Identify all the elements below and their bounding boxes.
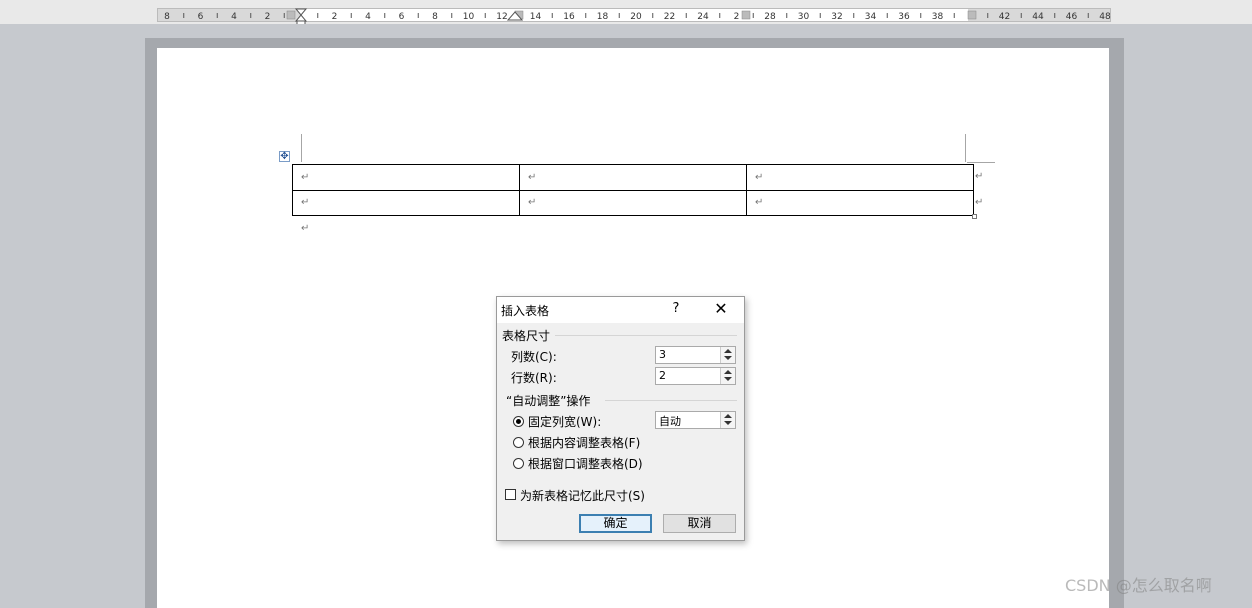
columns-spinner[interactable]: 3: [655, 346, 736, 364]
ruler-label: 10: [463, 12, 475, 22]
table-cell[interactable]: ↵: [746, 164, 974, 191]
cancel-button[interactable]: 取消: [663, 514, 736, 533]
autofit-group-label: “自动调整”操作: [506, 394, 591, 408]
autofit-content-radio[interactable]: [513, 437, 524, 448]
ruler-label: 34: [865, 12, 877, 22]
ruler-label: 42: [999, 12, 1010, 22]
ruler-label: 44: [1032, 12, 1044, 22]
ruler-label: 22: [664, 12, 675, 22]
watermark: CSDN @怎么取名啊: [1065, 576, 1212, 595]
spinner-arrows[interactable]: [720, 412, 735, 428]
group-divider: [605, 400, 737, 401]
group-divider: [555, 335, 737, 336]
ruler-label: 20: [630, 12, 642, 22]
ruler-label: 2: [734, 12, 740, 22]
ruler-label: 18: [597, 12, 609, 22]
columns-label: 列数(C):: [511, 350, 557, 364]
size-group-label: 表格尺寸: [502, 329, 551, 343]
ruler-label: 6: [198, 12, 204, 22]
column-marker-icon[interactable]: [967, 10, 977, 20]
ruler-label: 2: [332, 12, 338, 22]
rows-label: 行数(R):: [511, 371, 557, 385]
fixed-width-radio[interactable]: [513, 416, 524, 427]
crop-mark-top-left: [301, 134, 302, 162]
paragraph-mark: ↵: [301, 223, 310, 234]
fixed-width-spinner[interactable]: 自动: [655, 411, 736, 429]
spinner-arrows[interactable]: [720, 347, 735, 363]
table-cell[interactable]: ↵: [746, 189, 974, 216]
ruler-label: 8: [432, 12, 438, 22]
fixed-width-value[interactable]: 自动: [659, 413, 681, 429]
close-icon[interactable]: ✕: [713, 299, 729, 318]
rows-value[interactable]: 2: [659, 369, 666, 382]
row-end-mark: ↵: [975, 197, 984, 208]
column-marker-icon[interactable]: [741, 10, 751, 20]
horizontal-ruler[interactable]: 8 6 4 2 2 4 6 8 10 12 14 16 18 20 22 24 2 28 30 32 34 36 38 42 4…: [0, 0, 1252, 24]
ruler-margin: [158, 9, 301, 21]
fixed-width-label[interactable]: 固定列宽(W):: [528, 413, 601, 430]
ruler-label: 12: [496, 12, 507, 22]
spin-up-icon[interactable]: [724, 414, 732, 418]
spin-up-icon[interactable]: [724, 349, 732, 353]
table-row: ↵ ↵ ↵: [292, 164, 974, 191]
remember-size-checkbox[interactable]: [505, 489, 516, 500]
left-indent-marker-icon[interactable]: [296, 20, 306, 24]
table-cell[interactable]: ↵: [292, 164, 520, 191]
spin-down-icon[interactable]: [724, 421, 732, 425]
ruler-label: 36: [898, 12, 910, 22]
table-resize-handle[interactable]: [972, 214, 977, 219]
ruler-label: 6: [399, 12, 405, 22]
ruler-label: 48: [1099, 12, 1111, 22]
ruler-label: 8: [164, 12, 170, 22]
row-end-mark: ↵: [975, 171, 984, 182]
ruler-label: 32: [831, 12, 842, 22]
table-cell[interactable]: ↵: [519, 164, 747, 191]
table-cell[interactable]: ↵: [519, 189, 747, 216]
crop-mark-top-right: [965, 134, 966, 162]
ruler-label: 24: [697, 12, 709, 22]
ruler-label: 38: [932, 12, 944, 22]
remember-size-label[interactable]: 为新表格记忆此尺寸(S): [520, 487, 645, 504]
dialog-title: 插入表格: [501, 304, 550, 318]
ok-button[interactable]: 确定: [579, 514, 652, 533]
crop-mark-right: [967, 162, 995, 163]
ruler-label: 2: [265, 12, 271, 22]
ruler-label: 14: [530, 12, 542, 22]
dialog-titlebar[interactable]: 插入表格 ? ✕: [497, 297, 744, 323]
document-table[interactable]: ↵ ↵ ↵ ↵ ↵ ↵: [292, 164, 974, 216]
spin-up-icon[interactable]: [724, 370, 732, 374]
help-button[interactable]: ?: [669, 301, 683, 316]
insert-table-dialog: 插入表格 ? ✕ 表格尺寸 列数(C): 3 行数(R): 2 “自动调整”操作…: [496, 296, 745, 541]
columns-value[interactable]: 3: [659, 348, 666, 361]
rows-spinner[interactable]: 2: [655, 367, 736, 385]
spinner-arrows[interactable]: [720, 368, 735, 384]
ruler-label: 4: [365, 12, 371, 22]
ruler-label: 4: [231, 12, 237, 22]
table-cell[interactable]: ↵: [292, 189, 520, 216]
spin-down-icon[interactable]: [724, 356, 732, 360]
autofit-window-radio[interactable]: [513, 458, 524, 469]
spin-down-icon[interactable]: [724, 377, 732, 381]
ruler-ticks: 8 6 4 2 2 4 6 8 10 12 14 16 18 20 22 24 2 28 30 32 34 36 38 42 4…: [158, 8, 1111, 24]
autofit-content-label[interactable]: 根据内容调整表格(F): [528, 434, 640, 451]
ruler-label: 46: [1066, 12, 1078, 22]
ruler-label: 16: [563, 12, 575, 22]
table-row: ↵ ↵ ↵: [292, 189, 974, 216]
autofit-window-label[interactable]: 根据窗口调整表格(D): [528, 455, 643, 472]
table-move-handle-icon[interactable]: ✥: [279, 151, 290, 162]
column-marker-icon[interactable]: [286, 10, 296, 20]
ruler-label: 28: [764, 12, 776, 22]
ruler-label: 30: [798, 12, 810, 22]
